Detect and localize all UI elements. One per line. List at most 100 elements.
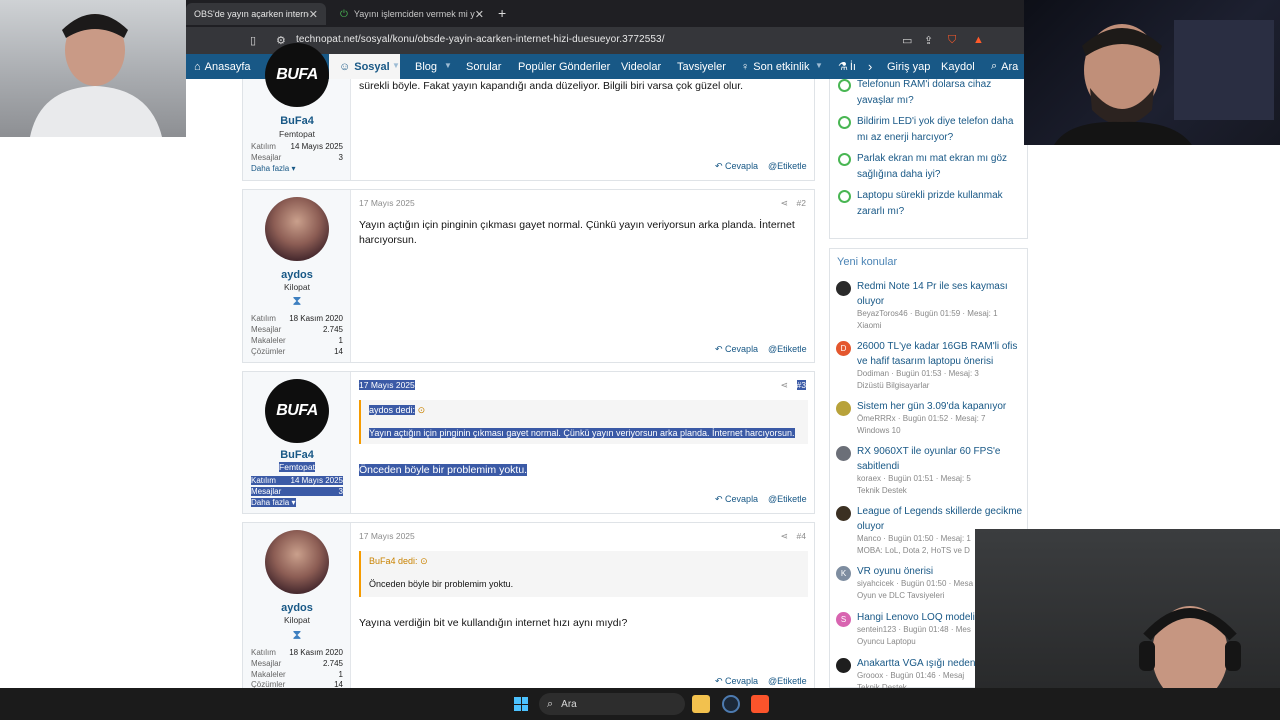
- topic-category[interactable]: Dizüstü Bilgisayarlar: [857, 381, 929, 390]
- quote-author[interactable]: BuFa4 dedi: ⊙: [369, 556, 428, 567]
- avatar[interactable]: D: [836, 341, 851, 356]
- reply-link[interactable]: ↶ Cevapla: [715, 161, 758, 172]
- avatar[interactable]: BUFA: [265, 379, 329, 443]
- new-tab-icon[interactable]: +: [498, 5, 506, 21]
- url-field[interactable]: technopat.net/sosyal/konu/obsde-yayin-ac…: [296, 34, 665, 45]
- nav-register[interactable]: Kaydol: [941, 54, 975, 79]
- post-date[interactable]: 17 Mayıs 2025: [359, 380, 415, 390]
- quote-author[interactable]: aydos dedi: ⊙: [369, 405, 425, 416]
- topic-category[interactable]: Oyuncu Laptopu: [857, 637, 916, 646]
- tag-link[interactable]: @Etiketle: [768, 676, 807, 686]
- tip-text: Parlak ekran mı mat ekran mı göz sağlığı…: [857, 153, 1008, 180]
- home-icon: ⌂: [194, 60, 201, 73]
- nav-blog[interactable]: Blog: [415, 54, 437, 79]
- share-icon[interactable]: ⋖: [780, 380, 788, 391]
- tip-item[interactable]: Telefonun RAM'i dolarsa cihaz yavaşlar m…: [838, 77, 1024, 109]
- tip-item[interactable]: Laptopu sürekli prizde kullanmak zararlı…: [838, 188, 1024, 220]
- avatar[interactable]: [836, 281, 851, 296]
- stat-value: 3: [338, 487, 343, 496]
- more-label: Daha fazla: [251, 498, 290, 507]
- avatar-letter: K: [840, 569, 847, 578]
- post-body-text: Önceden böyle bir problemim yoktu.: [359, 464, 528, 476]
- post-number[interactable]: #2: [797, 198, 806, 208]
- tag-link[interactable]: @Etiketle: [768, 344, 807, 354]
- close-tab-icon[interactable]: ✕: [309, 8, 318, 21]
- share-icon[interactable]: ⋖: [780, 198, 788, 209]
- topic-title[interactable]: Redmi Note 14 Pr ile ses kayması oluyor: [857, 279, 1025, 309]
- post-text: Önceden böyle bir problemim yoktu.: [359, 463, 809, 478]
- steam-icon[interactable]: [722, 695, 740, 713]
- scroll-right-icon[interactable]: ›: [868, 54, 872, 79]
- avatar[interactable]: [265, 530, 329, 594]
- topic-category[interactable]: Xiaomi: [857, 321, 881, 330]
- reply-link[interactable]: ↶ Cevapla: [715, 344, 758, 355]
- topic-category[interactable]: MOBA: LoL, Dota 2, HoTS ve D: [857, 546, 970, 555]
- nav-populer[interactable]: Popüler Gönderiler: [518, 54, 610, 79]
- nav-sorular[interactable]: Sorular: [466, 54, 501, 79]
- avatar-letter: S: [840, 615, 847, 624]
- post-3: BUFA BuFa4 Femtopat Katılım 14 Mayıs 2025…: [242, 371, 815, 514]
- post-text: Yayın açtığın için pinginin çıkması gaye…: [359, 219, 795, 246]
- tip-item[interactable]: Bildirim LED'i yok diye telefon daha mı …: [838, 114, 1024, 146]
- more-link[interactable]: Daha fazla ▾: [251, 498, 296, 507]
- avatar[interactable]: BUFA: [265, 43, 329, 107]
- post-date[interactable]: 17 Mayıs 2025: [359, 198, 415, 208]
- avatar[interactable]: [836, 658, 851, 673]
- topic-title[interactable]: 26000 TL'ye kadar 16GB RAM'li ofis ve ha…: [857, 339, 1025, 369]
- avatar[interactable]: S: [836, 612, 851, 627]
- avatar[interactable]: [836, 506, 851, 521]
- quote-author-text: aydos dedi:: [369, 405, 416, 415]
- topic-title[interactable]: Sistem her gün 3.09'da kapanıyor: [857, 399, 1025, 414]
- chevron-down-icon[interactable]: ▼: [444, 61, 452, 70]
- share-icon[interactable]: ⇪: [924, 34, 933, 47]
- username[interactable]: BuFa4: [243, 115, 351, 127]
- avatar[interactable]: [836, 401, 851, 416]
- tip-item[interactable]: Parlak ekran mı mat ekran mı göz sağlığı…: [838, 151, 1024, 183]
- windows-start-icon[interactable]: [514, 697, 528, 711]
- avatar[interactable]: K: [836, 566, 851, 581]
- bookmark-icon[interactable]: ▯: [250, 34, 256, 47]
- reply-link[interactable]: ↶ Cevapla: [715, 676, 758, 687]
- topic-category[interactable]: Teknik Destek: [857, 486, 907, 495]
- share-icon[interactable]: ⋖: [780, 531, 788, 542]
- nav-login[interactable]: Giriş yap: [887, 54, 930, 79]
- post-date[interactable]: 17 Mayıs 2025: [359, 531, 415, 541]
- cast-icon[interactable]: ▭: [902, 34, 912, 47]
- brave-shield-icon[interactable]: ⛉: [948, 34, 956, 47]
- close-tab-icon[interactable]: ✕: [475, 8, 484, 21]
- chevron-down-icon[interactable]: ▼: [815, 61, 823, 70]
- post-author-panel: BUFA BuFa4 Femtopat Katılım 14 Mayıs 2025…: [243, 43, 351, 180]
- file-explorer-icon[interactable]: [692, 695, 710, 713]
- topic-category[interactable]: Oyun ve DLC Tavsiyeleri: [857, 591, 944, 600]
- avatar[interactable]: [265, 197, 329, 261]
- reply-link[interactable]: ↶ Cevapla: [715, 494, 758, 505]
- stat-row: Katılım 18 Kasım 2020: [251, 648, 343, 657]
- nav-search[interactable]: ⌕ Ara: [991, 54, 1018, 79]
- brave-browser-icon[interactable]: [751, 695, 769, 713]
- more-link[interactable]: Daha fazla ▾: [251, 164, 296, 173]
- rewards-icon[interactable]: ▲: [973, 34, 984, 46]
- tag-link[interactable]: @Etiketle: [768, 161, 807, 171]
- nav-sosyal[interactable]: ☺ Sosyal: [329, 54, 400, 79]
- username[interactable]: BuFa4: [243, 449, 351, 461]
- stat-label: Makaleler: [251, 336, 286, 345]
- nav-home[interactable]: ⌂ Anasayfa: [194, 54, 251, 79]
- topic-title[interactable]: RX 9060XT ile oyunlar 60 FPS'e sabitlend…: [857, 444, 1025, 474]
- nav-truncated[interactable]: ⚗ İı: [838, 54, 856, 79]
- nav-son-etkinlik[interactable]: ♀ Son etkinlik: [741, 54, 810, 79]
- tab-yayin[interactable]: ⏻ Yayını işlemciden vermek mi yoksa ek ✕: [332, 3, 492, 25]
- post-number[interactable]: #4: [797, 531, 806, 541]
- avatar-text: BUFA: [276, 402, 318, 419]
- username[interactable]: aydos: [243, 269, 351, 281]
- topic-category[interactable]: Windows 10: [857, 426, 901, 435]
- avatar[interactable]: [836, 446, 851, 461]
- topic-meta: koraex · Bugün 01:51 · Mesaj: 5: [857, 474, 971, 483]
- post-number[interactable]: #3: [796, 380, 806, 390]
- chevron-down-icon[interactable]: ▼: [392, 61, 400, 70]
- taskbar-search[interactable]: ⌕ Ara: [539, 693, 685, 715]
- tab-obs[interactable]: OBS'de yayın açarken internet hı ✕: [186, 3, 326, 25]
- nav-videolar[interactable]: Videolar: [621, 54, 661, 79]
- tag-link[interactable]: @Etiketle: [768, 494, 807, 504]
- username[interactable]: aydos: [243, 602, 351, 614]
- nav-tavsiyeler[interactable]: Tavsiyeler: [677, 54, 726, 79]
